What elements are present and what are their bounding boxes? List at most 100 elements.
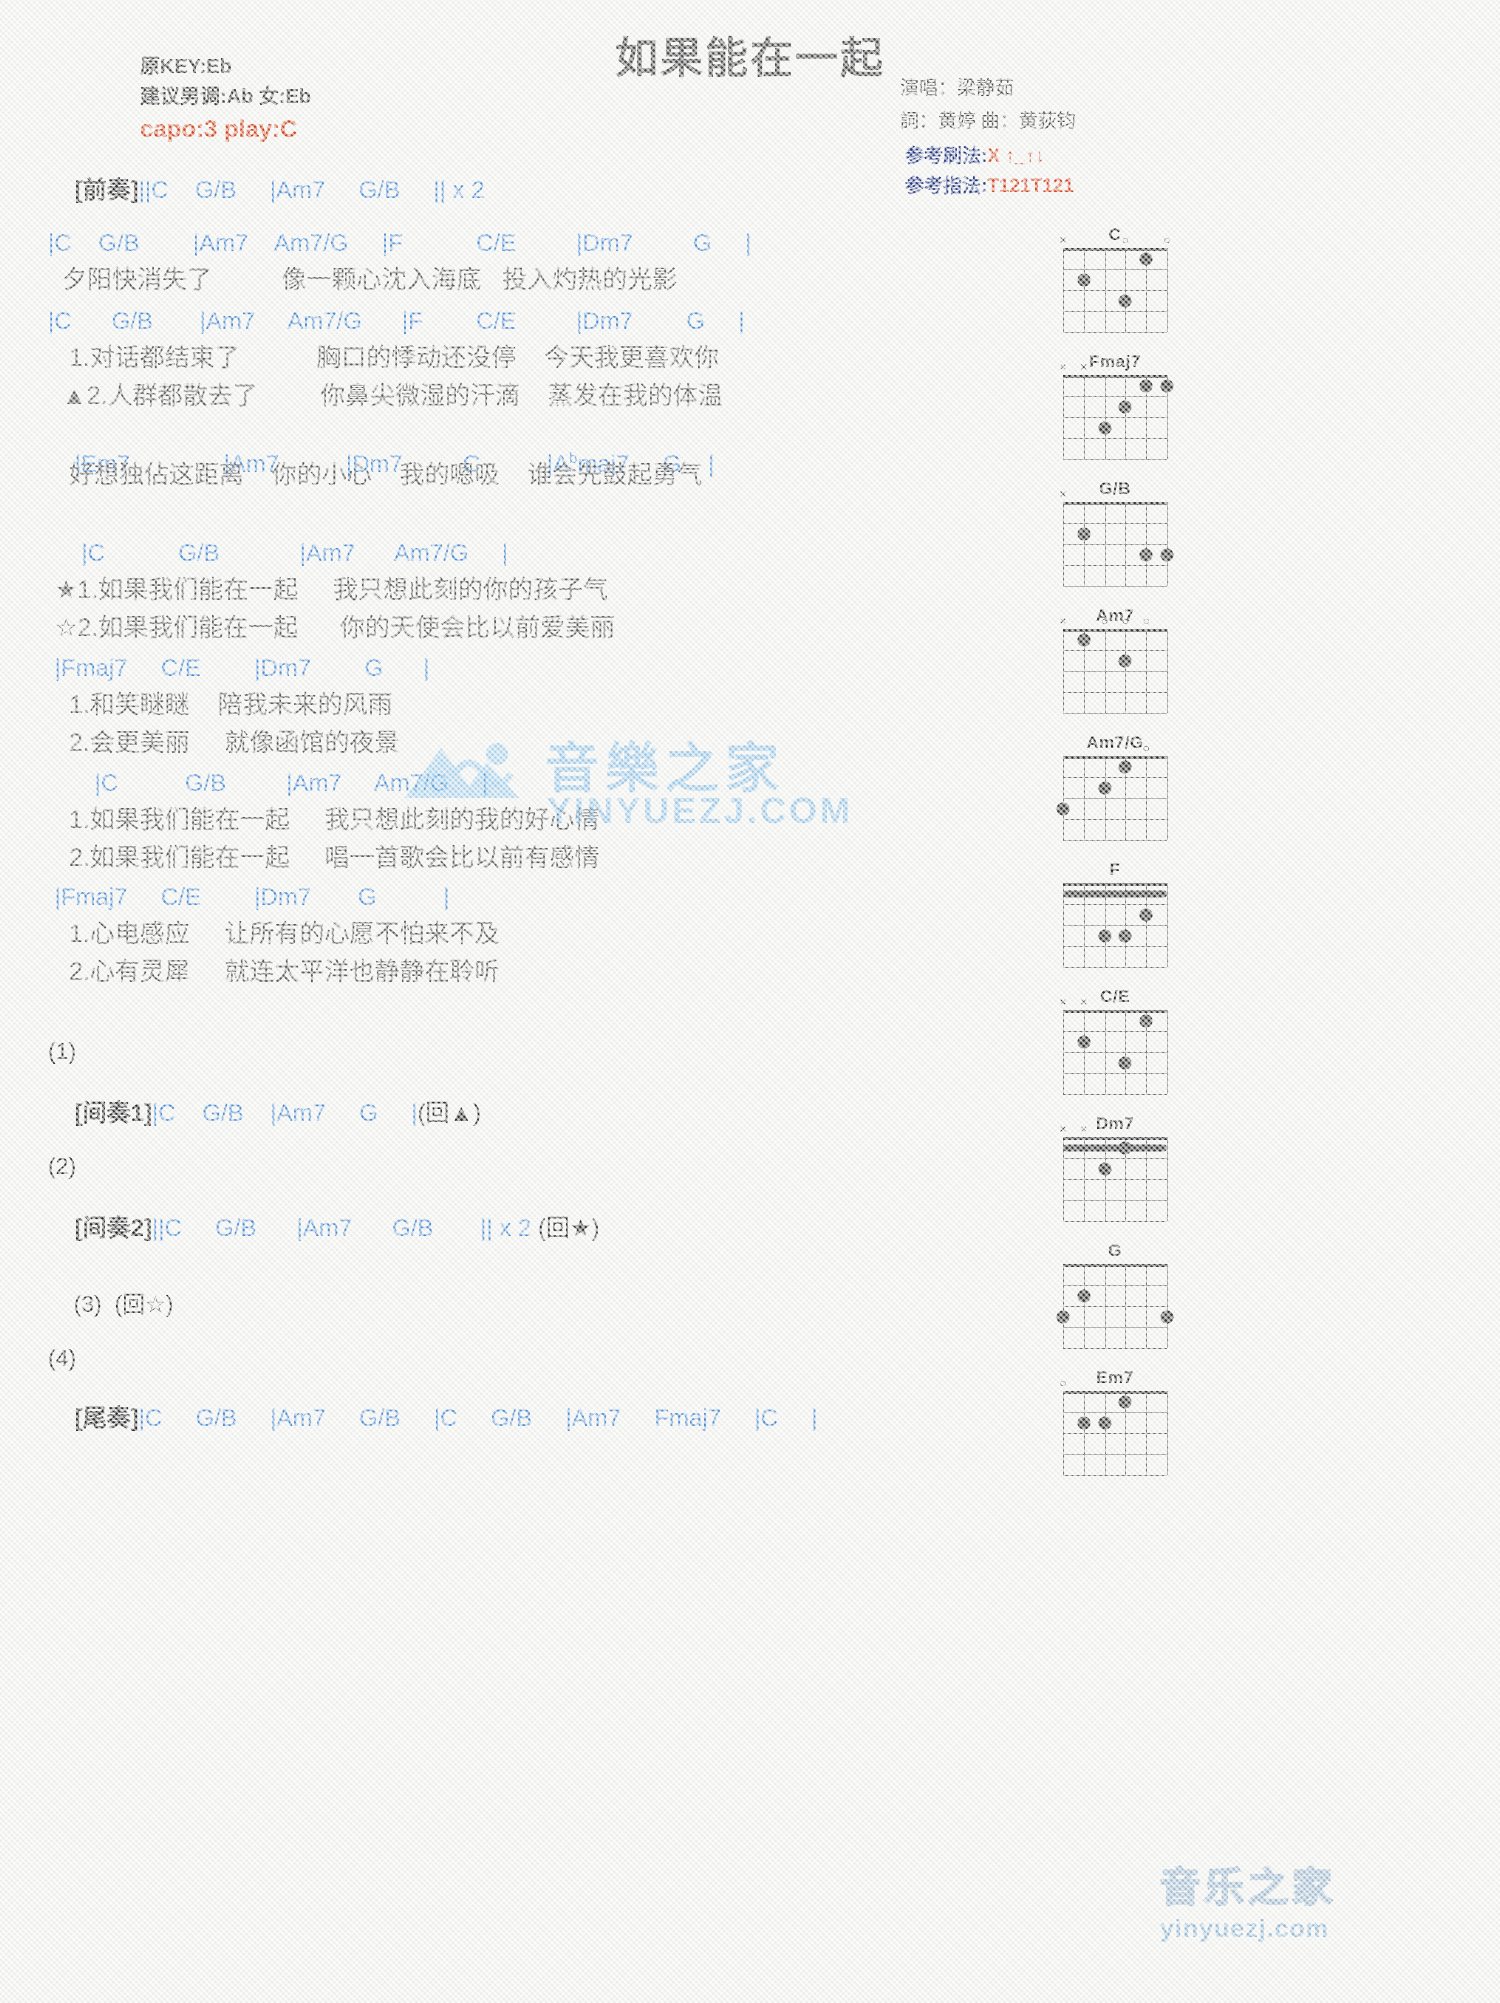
open-string-icon: ○ <box>1100 614 1109 628</box>
suggested-key: 建议男调:Ab 女:Eb <box>140 86 312 108</box>
finger-dot <box>1077 1035 1091 1048</box>
chord-grid: × ○ ○ <box>1059 233 1171 333</box>
chord-diagram-am7-g: Am7/G ○ <box>1045 733 1185 841</box>
finger-dot <box>1118 294 1132 307</box>
bottom-watermark-subtext: yinyuezj.com <box>1160 1915 1329 1943</box>
section-number-3: (3) <box>73 1291 102 1317</box>
interlude2-repeat: (回★) <box>537 1215 600 1242</box>
finger-dot <box>1098 1416 1112 1429</box>
finger-label: 参考指法: <box>905 176 988 197</box>
finger-dot <box>1139 379 1153 392</box>
finger-dot <box>1118 1056 1132 1069</box>
chorus-chords-d: |Fmaj7 C/E |Dm7 G | <box>48 884 450 911</box>
finger-dot <box>1139 1014 1153 1027</box>
finger-dot <box>1077 527 1091 540</box>
finger-dot <box>1098 781 1112 794</box>
finger-dot <box>1118 929 1132 942</box>
chord-diagram-fmaj7: Fmaj7 × × <box>1045 352 1185 460</box>
chord-grid: × × <box>1059 1122 1168 1222</box>
finger-dot <box>1118 654 1132 667</box>
writer-credit: 詞：黄婷 曲：黄荻钧 <box>900 111 1076 132</box>
muted-string-icon: × <box>1059 487 1067 501</box>
verse1-lyric-a: 夕阳快消失了 像一颗心沈入海底 投入灼热的光影 <box>62 266 678 294</box>
play-technique-block: 参考刷法:X ↑_↑↓ 参考指法:T121T121 <box>905 142 1074 202</box>
chord-diagram-em7: Em7 ○ <box>1045 1368 1185 1476</box>
finger-dot <box>1098 421 1112 434</box>
finger-value: T121T121 <box>987 176 1074 197</box>
outro-row: [尾奏]|C G/B |Am7 G/B |C G/B |Am7 Fmaj7 |C… <box>48 1383 818 1455</box>
chorus-lyric-c1: 1.如果我们能在一起 我只想此刻的我的好心情 <box>62 806 600 834</box>
open-string-icon: ○ <box>1121 233 1130 247</box>
chord-diagram-panel: C × ○ ○ Fmaj7 × × G/B × Am7 × ○ ○ ○ Am7/G ○ F C/E × × Dm7 × × G… <box>1045 225 1185 1495</box>
strum-value: X ↑_↑↓ <box>987 146 1045 167</box>
open-string-icon: ○ <box>1059 1376 1067 1390</box>
chorus-chords-a: |C G/B |Am7 Am7/G | <box>48 540 509 567</box>
credits-block: 演唱：梁静茹 詞：黄婷 曲：黄荻钧 <box>900 72 1076 138</box>
finger-dot <box>1139 908 1153 921</box>
finger-dot <box>1077 1416 1091 1429</box>
intro-label: [前奏] <box>74 177 139 204</box>
singer-credit: 演唱：梁静茹 <box>900 78 1015 99</box>
intro-row: [前奏]||C G/B |Am7 G/B || x 2 <box>48 155 485 227</box>
chord-diagram-g: G <box>1045 1241 1185 1349</box>
strum-pattern: 参考刷法:X ↑_↑↓ <box>905 142 1074 172</box>
chord-grid: × <box>1059 487 1174 587</box>
chord-grid: ○ <box>1059 1376 1168 1476</box>
finger-dot <box>1077 1289 1091 1302</box>
interlude2-label: [间奏2] <box>74 1215 153 1242</box>
chorus-lyric-d2: 2.心有灵犀 就连太平洋也静静在聆听 <box>62 958 500 986</box>
muted-string-icon: × <box>1059 995 1067 1009</box>
finger-dot <box>1098 929 1112 942</box>
interlude2-chords: ||C G/B |Am7 G/B || x 2 <box>152 1215 538 1242</box>
muted-string-icon: × <box>1080 995 1088 1009</box>
finger-dot <box>1056 1310 1070 1323</box>
section-number-2: (2) <box>48 1153 77 1179</box>
verse1-lyric-c: 好想独佔这距离 你的小心 我的嗯吸 谁会先鼓起勇气 <box>62 461 703 489</box>
chord-grid: ○ <box>1056 741 1168 841</box>
finger-dot <box>1098 1162 1112 1175</box>
interlude1-chords: |C G/B |Am7 G | <box>152 1100 418 1127</box>
interlude2-row: [间奏2]||C G/B |Am7 G/B || x 2 (回★) <box>48 1193 600 1265</box>
muted-string-icon: × <box>1059 614 1067 628</box>
original-key: 原KEY:Eb <box>140 56 232 78</box>
section-number-1: (1) <box>48 1038 77 1064</box>
barre-marker <box>1063 1144 1167 1151</box>
outro-chords: |C G/B |Am7 G/B |C G/B |Am7 Fmaj7 |C | <box>138 1405 818 1432</box>
chorus-lyric-d1: 1.心电感应 让所有的心愿不怕来不及 <box>62 920 500 948</box>
chorus-lyric-a2: ☆2.如果我们能在一起 你的天使会比以前爱美丽 <box>55 614 615 642</box>
interlude1-label: [间奏1] <box>74 1100 153 1127</box>
finger-dot <box>1139 252 1153 265</box>
verse1-lyric-b2: ▲2.人群都散去了 你鼻尖微湿的汗滴 蒸发在我的体温 <box>62 382 723 410</box>
muted-string-icon: × <box>1080 1122 1088 1136</box>
verse1-lyric-b1: 1.对话都结束了 胸口的悸动还没停 今天我更喜欢你 <box>62 344 719 372</box>
finger-dot <box>1056 802 1070 815</box>
finger-dot <box>1160 1310 1174 1323</box>
section-number-3-row: (3) (回☆) <box>48 1270 174 1339</box>
finger-dot <box>1077 633 1091 646</box>
muted-string-icon: × <box>1059 1122 1067 1136</box>
finger-dot <box>1160 548 1174 561</box>
chord-diagram-name: Am7/G <box>1086 733 1144 752</box>
finger-dot <box>1160 379 1174 392</box>
chord-grid: × × <box>1059 360 1174 460</box>
verse1-chords-b: |C G/B |Am7 Am7/G |F C/E |Dm7 G | <box>48 308 745 335</box>
chorus-lyric-c2: 2.如果我们能在一起 唱一首歌会比以前有感情 <box>62 844 600 872</box>
chord-grid: × ○ ○ ○ <box>1059 614 1168 714</box>
chorus-chords-b: |Fmaj7 C/E |Dm7 G | <box>48 655 430 682</box>
bottom-watermark-text: 音乐之家 <box>1159 1865 1336 1911</box>
finger-dot <box>1118 760 1132 773</box>
section-3-repeat: (回☆) <box>114 1291 174 1317</box>
chorus-chords-c: |C G/B |Am7 Am7/G | <box>48 770 489 797</box>
chord-diagram-name: G <box>1108 1241 1122 1260</box>
outro-label: [尾奏] <box>74 1405 139 1432</box>
strum-label: 参考刷法: <box>905 146 988 167</box>
chord-diagram-name: F <box>1109 860 1121 879</box>
finger-pattern: 参考指法:T121T121 <box>905 172 1074 202</box>
finger-dot <box>1118 1141 1132 1154</box>
muted-string-icon: × <box>1059 233 1067 247</box>
finger-dot <box>1118 400 1132 413</box>
open-string-icon: ○ <box>1142 614 1150 628</box>
chord-diagram-g-b: G/B × <box>1045 479 1185 587</box>
chord-grid <box>1056 1264 1174 1349</box>
chord-grid: × × <box>1059 995 1168 1095</box>
